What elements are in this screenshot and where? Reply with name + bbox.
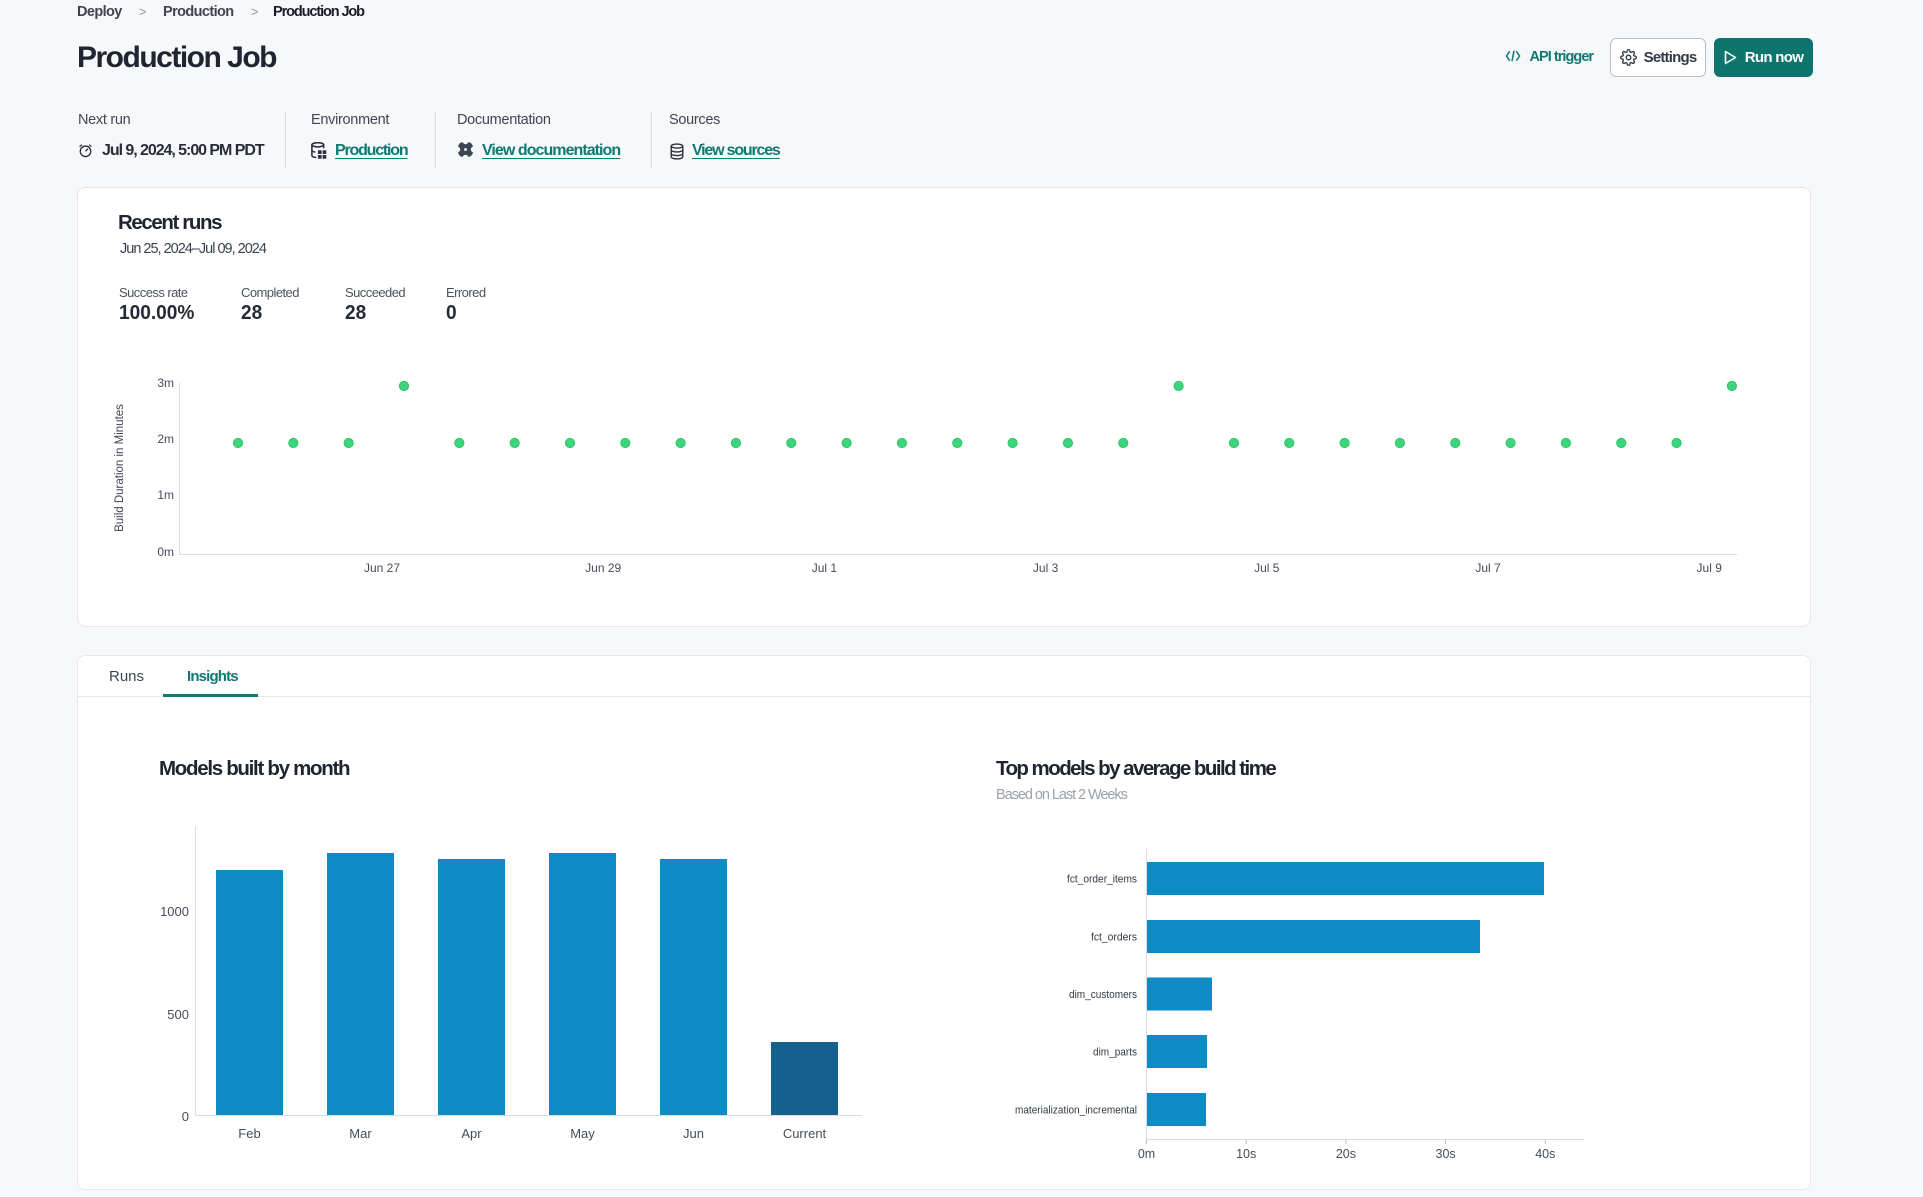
svg-text:0m: 0m (157, 545, 174, 559)
svg-text:Build Duration in Minutes: Build Duration in Minutes (114, 404, 126, 532)
svg-text:0m: 0m (1138, 1147, 1155, 1161)
svg-text:30s: 30s (1436, 1147, 1456, 1161)
svg-text:10s: 10s (1236, 1147, 1256, 1161)
svg-text:Feb: Feb (238, 1126, 260, 1141)
svg-text:Jun 27: Jun 27 (364, 561, 400, 575)
svg-text:fct_orders: fct_orders (1091, 932, 1137, 944)
svg-text:3m: 3m (157, 376, 174, 390)
svg-text:40s: 40s (1535, 1147, 1555, 1161)
svg-text:0: 0 (182, 1109, 189, 1124)
svg-text:2m: 2m (157, 432, 174, 446)
svg-text:May: May (570, 1126, 595, 1141)
svg-text:20s: 20s (1336, 1147, 1356, 1161)
svg-text:dim_customers: dim_customers (1069, 989, 1137, 1001)
svg-text:1000: 1000 (160, 904, 189, 919)
svg-text:Jul 7: Jul 7 (1475, 561, 1501, 575)
svg-text:Jun 29: Jun 29 (585, 561, 621, 575)
svg-text:Current: Current (783, 1126, 827, 1141)
svg-text:dim_parts: dim_parts (1093, 1047, 1137, 1059)
svg-text:Jul 3: Jul 3 (1033, 561, 1059, 575)
svg-text:fct_order_items: fct_order_items (1067, 874, 1137, 886)
svg-text:Apr: Apr (461, 1126, 482, 1141)
svg-text:Jul 5: Jul 5 (1254, 561, 1280, 575)
svg-text:500: 500 (167, 1007, 189, 1022)
svg-text:Mar: Mar (349, 1126, 372, 1141)
svg-text:Jul 9: Jul 9 (1697, 561, 1723, 575)
svg-text:materialization_incremental: materialization_incremental (1015, 1105, 1137, 1117)
svg-text:Jul 1: Jul 1 (812, 561, 838, 575)
svg-text:1m: 1m (157, 488, 174, 502)
svg-text:Jun: Jun (683, 1126, 704, 1141)
